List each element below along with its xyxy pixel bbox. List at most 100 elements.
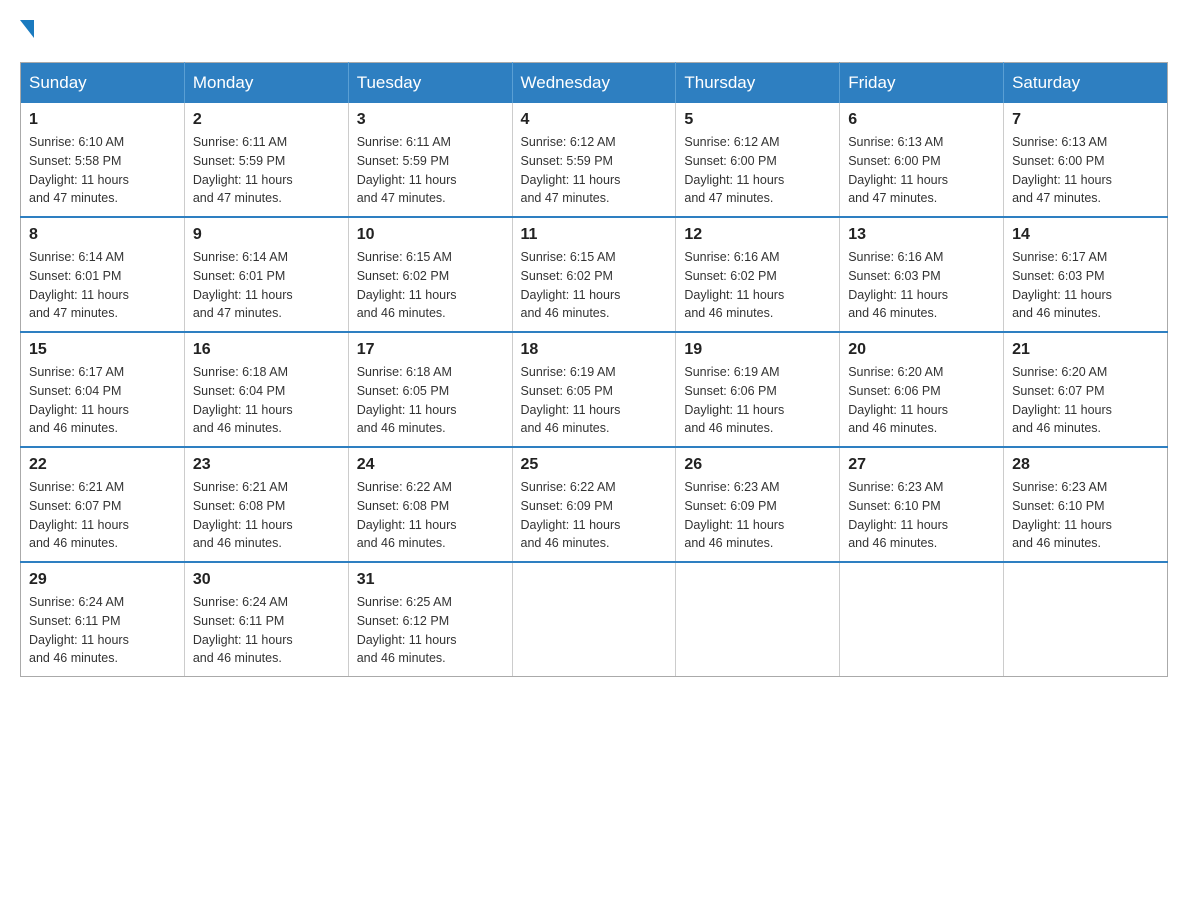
day-number: 31	[357, 571, 504, 589]
day-number: 21	[1012, 341, 1159, 359]
calendar-week-row: 22 Sunrise: 6:21 AM Sunset: 6:07 PM Dayl…	[21, 447, 1168, 562]
day-info: Sunrise: 6:16 AM Sunset: 6:03 PM Dayligh…	[848, 248, 995, 323]
day-header-thursday: Thursday	[676, 63, 840, 104]
day-number: 11	[521, 226, 668, 244]
day-header-sunday: Sunday	[21, 63, 185, 104]
day-number: 18	[521, 341, 668, 359]
calendar-cell: 24 Sunrise: 6:22 AM Sunset: 6:08 PM Dayl…	[348, 447, 512, 562]
calendar-week-row: 8 Sunrise: 6:14 AM Sunset: 6:01 PM Dayli…	[21, 217, 1168, 332]
calendar-cell: 22 Sunrise: 6:21 AM Sunset: 6:07 PM Dayl…	[21, 447, 185, 562]
day-number: 7	[1012, 111, 1159, 129]
day-number: 28	[1012, 456, 1159, 474]
calendar-cell: 20 Sunrise: 6:20 AM Sunset: 6:06 PM Dayl…	[840, 332, 1004, 447]
day-info: Sunrise: 6:22 AM Sunset: 6:09 PM Dayligh…	[521, 478, 668, 553]
calendar-cell: 3 Sunrise: 6:11 AM Sunset: 5:59 PM Dayli…	[348, 103, 512, 217]
calendar-cell: 9 Sunrise: 6:14 AM Sunset: 6:01 PM Dayli…	[184, 217, 348, 332]
calendar-cell: 14 Sunrise: 6:17 AM Sunset: 6:03 PM Dayl…	[1004, 217, 1168, 332]
day-number: 26	[684, 456, 831, 474]
day-number: 22	[29, 456, 176, 474]
day-info: Sunrise: 6:12 AM Sunset: 5:59 PM Dayligh…	[521, 133, 668, 208]
day-number: 23	[193, 456, 340, 474]
calendar-cell: 12 Sunrise: 6:16 AM Sunset: 6:02 PM Dayl…	[676, 217, 840, 332]
calendar-cell: 5 Sunrise: 6:12 AM Sunset: 6:00 PM Dayli…	[676, 103, 840, 217]
day-info: Sunrise: 6:10 AM Sunset: 5:58 PM Dayligh…	[29, 133, 176, 208]
day-info: Sunrise: 6:18 AM Sunset: 6:04 PM Dayligh…	[193, 363, 340, 438]
calendar-cell	[840, 562, 1004, 677]
day-header-tuesday: Tuesday	[348, 63, 512, 104]
day-header-friday: Friday	[840, 63, 1004, 104]
day-info: Sunrise: 6:24 AM Sunset: 6:11 PM Dayligh…	[29, 593, 176, 668]
calendar-cell: 25 Sunrise: 6:22 AM Sunset: 6:09 PM Dayl…	[512, 447, 676, 562]
calendar-week-row: 1 Sunrise: 6:10 AM Sunset: 5:58 PM Dayli…	[21, 103, 1168, 217]
page-header	[20, 20, 1168, 42]
calendar-cell: 8 Sunrise: 6:14 AM Sunset: 6:01 PM Dayli…	[21, 217, 185, 332]
day-number: 30	[193, 571, 340, 589]
calendar-cell: 13 Sunrise: 6:16 AM Sunset: 6:03 PM Dayl…	[840, 217, 1004, 332]
calendar-cell	[676, 562, 840, 677]
day-number: 13	[848, 226, 995, 244]
logo-arrow-icon	[20, 20, 34, 38]
calendar-week-row: 15 Sunrise: 6:17 AM Sunset: 6:04 PM Dayl…	[21, 332, 1168, 447]
day-number: 6	[848, 111, 995, 129]
calendar-cell: 6 Sunrise: 6:13 AM Sunset: 6:00 PM Dayli…	[840, 103, 1004, 217]
day-number: 27	[848, 456, 995, 474]
day-number: 15	[29, 341, 176, 359]
calendar-cell: 17 Sunrise: 6:18 AM Sunset: 6:05 PM Dayl…	[348, 332, 512, 447]
day-info: Sunrise: 6:15 AM Sunset: 6:02 PM Dayligh…	[521, 248, 668, 323]
logo	[20, 20, 34, 42]
day-header-monday: Monday	[184, 63, 348, 104]
calendar-cell: 16 Sunrise: 6:18 AM Sunset: 6:04 PM Dayl…	[184, 332, 348, 447]
day-info: Sunrise: 6:13 AM Sunset: 6:00 PM Dayligh…	[1012, 133, 1159, 208]
day-info: Sunrise: 6:14 AM Sunset: 6:01 PM Dayligh…	[29, 248, 176, 323]
day-number: 10	[357, 226, 504, 244]
calendar-cell: 27 Sunrise: 6:23 AM Sunset: 6:10 PM Dayl…	[840, 447, 1004, 562]
day-info: Sunrise: 6:24 AM Sunset: 6:11 PM Dayligh…	[193, 593, 340, 668]
calendar-cell: 10 Sunrise: 6:15 AM Sunset: 6:02 PM Dayl…	[348, 217, 512, 332]
calendar-cell: 7 Sunrise: 6:13 AM Sunset: 6:00 PM Dayli…	[1004, 103, 1168, 217]
day-info: Sunrise: 6:17 AM Sunset: 6:04 PM Dayligh…	[29, 363, 176, 438]
calendar-cell: 28 Sunrise: 6:23 AM Sunset: 6:10 PM Dayl…	[1004, 447, 1168, 562]
day-number: 4	[521, 111, 668, 129]
day-info: Sunrise: 6:18 AM Sunset: 6:05 PM Dayligh…	[357, 363, 504, 438]
day-info: Sunrise: 6:20 AM Sunset: 6:06 PM Dayligh…	[848, 363, 995, 438]
day-number: 25	[521, 456, 668, 474]
day-info: Sunrise: 6:11 AM Sunset: 5:59 PM Dayligh…	[357, 133, 504, 208]
day-header-wednesday: Wednesday	[512, 63, 676, 104]
calendar-cell: 31 Sunrise: 6:25 AM Sunset: 6:12 PM Dayl…	[348, 562, 512, 677]
calendar-cell: 30 Sunrise: 6:24 AM Sunset: 6:11 PM Dayl…	[184, 562, 348, 677]
calendar-cell: 4 Sunrise: 6:12 AM Sunset: 5:59 PM Dayli…	[512, 103, 676, 217]
day-info: Sunrise: 6:19 AM Sunset: 6:06 PM Dayligh…	[684, 363, 831, 438]
day-info: Sunrise: 6:21 AM Sunset: 6:07 PM Dayligh…	[29, 478, 176, 553]
day-number: 3	[357, 111, 504, 129]
day-number: 5	[684, 111, 831, 129]
day-number: 24	[357, 456, 504, 474]
calendar-cell: 21 Sunrise: 6:20 AM Sunset: 6:07 PM Dayl…	[1004, 332, 1168, 447]
day-number: 14	[1012, 226, 1159, 244]
calendar-cell	[1004, 562, 1168, 677]
day-number: 1	[29, 111, 176, 129]
calendar-cell: 1 Sunrise: 6:10 AM Sunset: 5:58 PM Dayli…	[21, 103, 185, 217]
day-info: Sunrise: 6:13 AM Sunset: 6:00 PM Dayligh…	[848, 133, 995, 208]
day-info: Sunrise: 6:25 AM Sunset: 6:12 PM Dayligh…	[357, 593, 504, 668]
calendar-cell: 11 Sunrise: 6:15 AM Sunset: 6:02 PM Dayl…	[512, 217, 676, 332]
day-info: Sunrise: 6:21 AM Sunset: 6:08 PM Dayligh…	[193, 478, 340, 553]
day-info: Sunrise: 6:22 AM Sunset: 6:08 PM Dayligh…	[357, 478, 504, 553]
logo-text	[20, 20, 34, 42]
day-info: Sunrise: 6:16 AM Sunset: 6:02 PM Dayligh…	[684, 248, 831, 323]
day-number: 12	[684, 226, 831, 244]
day-info: Sunrise: 6:11 AM Sunset: 5:59 PM Dayligh…	[193, 133, 340, 208]
calendar-cell: 23 Sunrise: 6:21 AM Sunset: 6:08 PM Dayl…	[184, 447, 348, 562]
day-header-saturday: Saturday	[1004, 63, 1168, 104]
day-number: 19	[684, 341, 831, 359]
day-info: Sunrise: 6:12 AM Sunset: 6:00 PM Dayligh…	[684, 133, 831, 208]
day-number: 2	[193, 111, 340, 129]
calendar-cell: 18 Sunrise: 6:19 AM Sunset: 6:05 PM Dayl…	[512, 332, 676, 447]
day-number: 8	[29, 226, 176, 244]
day-number: 17	[357, 341, 504, 359]
calendar-cell: 26 Sunrise: 6:23 AM Sunset: 6:09 PM Dayl…	[676, 447, 840, 562]
day-info: Sunrise: 6:15 AM Sunset: 6:02 PM Dayligh…	[357, 248, 504, 323]
calendar-cell: 2 Sunrise: 6:11 AM Sunset: 5:59 PM Dayli…	[184, 103, 348, 217]
day-info: Sunrise: 6:19 AM Sunset: 6:05 PM Dayligh…	[521, 363, 668, 438]
calendar-cell: 19 Sunrise: 6:19 AM Sunset: 6:06 PM Dayl…	[676, 332, 840, 447]
calendar-cell	[512, 562, 676, 677]
